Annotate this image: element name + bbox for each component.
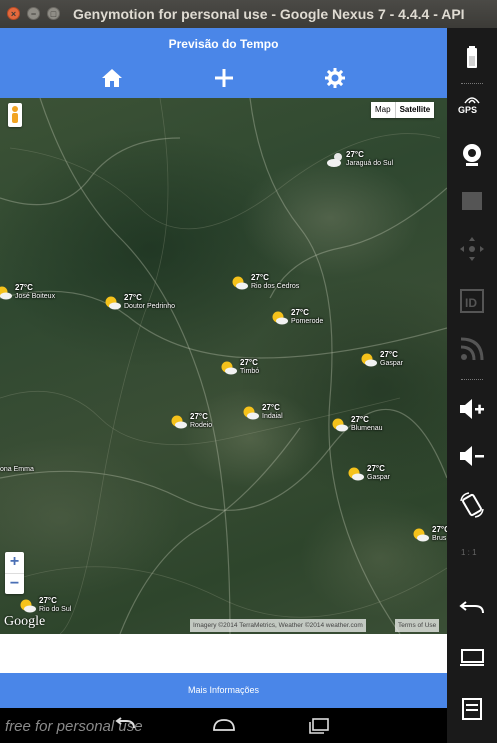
marker-city: Brus (432, 535, 447, 542)
marker-temp: 27°C (367, 464, 385, 473)
marker-city: Gaspar (367, 474, 390, 481)
window-close-button[interactable]: × (7, 7, 20, 20)
partly-sunny-icon (361, 353, 377, 367)
zoom-in-button[interactable]: + (5, 552, 24, 574)
pixel-perfect-icon[interactable]: 1 : 1 (456, 538, 488, 570)
marker-temp: 27°C (190, 412, 208, 421)
marker-temp: 27°C (262, 403, 280, 412)
app-title: Previsão do Tempo (168, 37, 279, 51)
window-minimize-button[interactable]: − (27, 7, 40, 20)
menu-icon[interactable] (456, 691, 488, 723)
map-attribution: Imagery ©2014 TerraMetrics, Weather ©201… (190, 619, 366, 632)
capture-icon[interactable] (456, 186, 488, 218)
partly-sunny-icon (332, 418, 348, 432)
more-info-button[interactable]: Mais Informações (0, 673, 447, 708)
window-titlebar: × − □ Genymotion for personal use - Goog… (0, 0, 497, 28)
map-type-satellite[interactable]: Satellite (394, 102, 435, 118)
recents-icon[interactable] (306, 716, 332, 734)
partly-sunny-icon (171, 415, 187, 429)
partly-sunny-icon (221, 361, 237, 375)
volume-up-icon[interactable] (456, 393, 488, 425)
battery-icon[interactable] (456, 42, 488, 74)
marker-city: Doutor Pedrinho (124, 303, 175, 310)
marker-city: Rodeio (190, 422, 213, 429)
gps-signal-icon (464, 97, 480, 104)
add-icon[interactable] (212, 66, 236, 90)
window-maximize-button[interactable]: □ (47, 7, 60, 20)
partly-sunny-icon (413, 528, 429, 542)
satellite-map[interactable]: Map Satellite 27°C Jaraguá do Sul 27°C J… (0, 98, 447, 634)
google-logo: Google (4, 614, 46, 629)
marker-temp: 27°C (39, 596, 57, 605)
marker-temp: 27°C (240, 358, 258, 367)
marker-city: ona Emma (0, 466, 34, 473)
cloudy-night-icon (327, 153, 342, 167)
system-nav-bar: free for personal use (0, 708, 447, 743)
marker-temp: 27°C (432, 525, 447, 534)
toolbar-separator (461, 379, 483, 383)
marker-city: José Boiteux (15, 293, 56, 300)
rotate-icon[interactable] (456, 489, 488, 521)
partly-sunny-icon (348, 467, 364, 481)
map-type-control: Map Satellite (371, 102, 435, 118)
zoom-control: + − (5, 552, 24, 594)
marker-city: Gaspar (380, 360, 403, 367)
marker-city: Indaial (262, 413, 283, 420)
home-icon[interactable] (100, 66, 124, 90)
marker-temp: 27°C (346, 150, 364, 159)
marker-city: Pomerode (291, 318, 324, 325)
toolbar-separator (461, 83, 483, 87)
marker-temp: 27°C (124, 293, 142, 302)
marker-city: Jaraguá do Sul (346, 160, 394, 167)
gps-label: GPS (458, 105, 478, 115)
zoom-out-button[interactable]: − (5, 574, 24, 595)
street-view-pegman[interactable] (8, 103, 22, 127)
id-icon[interactable]: ID (456, 285, 488, 317)
webcam-icon[interactable] (456, 139, 488, 171)
genymotion-toolbar: GPS ID 1 : 1 (447, 28, 497, 743)
volume-down-icon[interactable] (456, 440, 488, 472)
app-header: Previsão do Tempo (0, 28, 447, 98)
gps-icon[interactable]: GPS (456, 93, 488, 125)
recents-icon[interactable] (456, 641, 488, 673)
blank-area (0, 634, 447, 673)
marker-city: Blumenau (351, 425, 383, 432)
partly-sunny-icon (272, 311, 288, 325)
map-type-map[interactable]: Map (371, 102, 395, 118)
settings-icon[interactable] (323, 66, 347, 90)
marker-temp: 27°C (291, 308, 309, 317)
terms-of-use-link[interactable]: Terms of Use (395, 619, 440, 632)
pixel-perfect-label: 1 : 1 (461, 548, 477, 557)
back-icon[interactable] (112, 716, 138, 734)
marker-city: Timbó (240, 368, 260, 375)
network-icon[interactable] (456, 333, 488, 365)
dpad-icon[interactable] (456, 233, 488, 265)
marker-city: Rio do Sul (39, 606, 72, 613)
marker-temp: 27°C (251, 273, 269, 282)
back-icon[interactable] (456, 593, 488, 625)
partly-sunny-icon (105, 296, 121, 310)
marker-city: Rio dos Cedros (251, 283, 300, 290)
window-title: Genymotion for personal use - Google Nex… (73, 6, 465, 22)
device-screen: Previsão do Tempo Map Satellite 27°C Jar… (0, 28, 447, 708)
home-icon[interactable] (211, 716, 237, 734)
marker-temp: 27°C (351, 415, 369, 424)
svg-text:ID: ID (465, 296, 477, 310)
partly-sunny-icon (232, 276, 248, 290)
marker-temp: 27°C (15, 283, 33, 292)
partly-sunny-icon (20, 599, 36, 613)
partly-sunny-icon (243, 406, 259, 420)
marker-temp: 27°C (380, 350, 398, 359)
partly-sunny-icon (0, 286, 12, 300)
